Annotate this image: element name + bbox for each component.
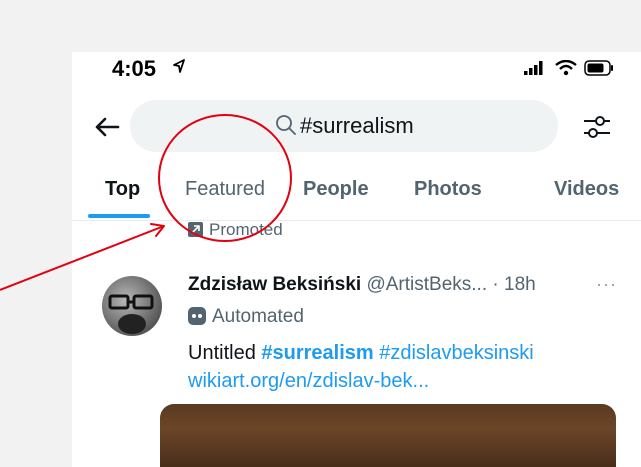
location-arrow-icon <box>173 59 185 73</box>
search-input[interactable]: #surrealism <box>130 100 558 152</box>
search-icon <box>276 115 296 135</box>
author-name[interactable]: Zdzisław Beksiński <box>188 274 361 295</box>
tab-people[interactable]: People <box>303 178 369 201</box>
tab-photos[interactable]: Photos <box>414 178 482 201</box>
tweet-text: Untitled #surrealism #zdislavbeksinski w… <box>188 339 628 395</box>
search-query: #surrealism <box>300 113 414 138</box>
tab-featured[interactable]: Featured <box>185 178 265 201</box>
filters-icon[interactable] <box>580 110 614 144</box>
wifi-icon <box>555 60 577 76</box>
automated-text: Automated <box>212 306 304 327</box>
tab-videos[interactable]: Videos <box>554 178 619 201</box>
tweet-author: Zdzisław Beksiński @ArtistBeks... · 18h <box>188 274 536 296</box>
avatar[interactable] <box>102 276 162 336</box>
tweet-media-image[interactable] <box>160 404 616 467</box>
phone-screen: 4:05 #surrealism Top Featured People Pho… <box>72 52 641 467</box>
search-tabs: Top Featured People Photos Videos <box>72 170 641 221</box>
hashtag-surrealism[interactable]: #surrealism <box>261 342 373 364</box>
search-row: #surrealism <box>72 100 641 156</box>
more-icon[interactable]: ··· <box>596 274 617 295</box>
status-time: 4:05 <box>112 56 157 81</box>
hashtag-zdislavbeksinski[interactable]: #zdislavbeksinski <box>374 342 534 364</box>
automated-label: Automated <box>188 306 304 328</box>
tweet-text-prefix: Untitled <box>188 342 262 364</box>
tab-top[interactable]: Top <box>105 178 140 201</box>
promoted-text: Promoted <box>209 220 283 239</box>
tweet-time: · 18h <box>492 274 536 295</box>
promoted-label: Promoted <box>188 220 283 240</box>
status-bar: 4:05 <box>72 52 641 88</box>
battery-icon <box>584 60 613 76</box>
tweet-link[interactable]: wikiart.org/en/zdislav-bek... <box>188 370 429 392</box>
robot-icon <box>188 307 206 325</box>
author-handle[interactable]: @ArtistBeks... <box>366 274 487 295</box>
signal-icon <box>524 61 543 75</box>
active-tab-indicator <box>88 214 150 218</box>
promoted-icon <box>188 222 203 237</box>
back-arrow-icon[interactable] <box>92 112 122 142</box>
